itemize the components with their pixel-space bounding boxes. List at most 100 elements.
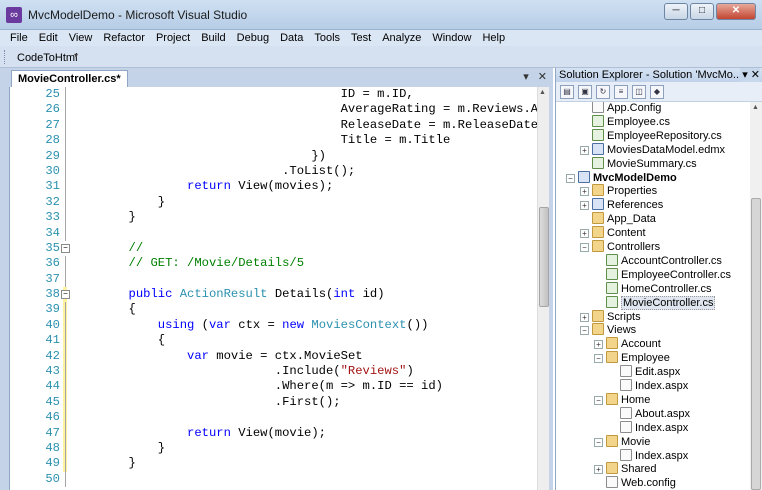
- close-button[interactable]: ✕: [716, 3, 756, 20]
- tree-item[interactable]: Web.config: [606, 476, 676, 490]
- tree-item[interactable]: Index.aspx: [620, 379, 688, 393]
- tree-item[interactable]: − Controllers: [580, 240, 660, 254]
- expand-icon[interactable]: +: [580, 145, 589, 155]
- expand-icon[interactable]: +: [580, 229, 589, 239]
- tree-item[interactable]: + Account: [594, 337, 661, 351]
- codetohtml-button[interactable]: CodeToHtml: [12, 49, 83, 65]
- show-all-files-icon[interactable]: ▣: [578, 85, 592, 99]
- tree-item[interactable]: + References: [580, 198, 663, 212]
- tree-item[interactable]: − Views: [580, 323, 636, 337]
- tree-item[interactable]: EmployeeController.cs: [606, 267, 731, 282]
- code-line[interactable]: 38− public ActionResult Details(int id): [45, 287, 535, 303]
- menu-window[interactable]: Window: [432, 32, 471, 44]
- code-line[interactable]: 25 ID = m.ID,: [45, 87, 535, 103]
- tree-item[interactable]: App.Config: [592, 102, 661, 115]
- maximize-button[interactable]: □: [690, 3, 714, 20]
- tree-item[interactable]: − Employee: [594, 351, 670, 365]
- tree-item[interactable]: Index.aspx: [620, 448, 688, 463]
- tree-item[interactable]: + Scripts: [580, 309, 641, 324]
- panel-controls[interactable]: ▾ ✕: [740, 68, 760, 82]
- tree-item[interactable]: EmployeeRepository.cs: [592, 128, 722, 143]
- tree-item[interactable]: About.aspx: [620, 406, 690, 421]
- code-editor[interactable]: 25 ID = m.ID, 26 AverageRating = m.Review…: [9, 87, 549, 490]
- minimize-button[interactable]: ─: [664, 3, 688, 20]
- code-line[interactable]: 41 {: [45, 333, 535, 349]
- code-line[interactable]: 34: [45, 225, 535, 241]
- tree-item[interactable]: MovieSummary.cs: [592, 156, 697, 171]
- expand-icon[interactable]: +: [580, 312, 589, 322]
- code-line[interactable]: 33 }: [45, 210, 535, 226]
- menu-debug[interactable]: Debug: [237, 32, 269, 44]
- toolbar-grip[interactable]: [4, 50, 7, 64]
- tree-item[interactable]: App_Data: [592, 212, 656, 226]
- collapse-icon[interactable]: −: [580, 243, 589, 252]
- scroll-up-icon[interactable]: ▲: [539, 89, 546, 96]
- code-line[interactable]: 47 return View(movie);: [45, 425, 535, 441]
- tree-item[interactable]: − MvcModelDemo: [566, 170, 677, 185]
- code-line[interactable]: 31 return View(movies);: [45, 179, 535, 195]
- tree-item[interactable]: − Movie: [594, 434, 650, 449]
- tab-moviecontroller[interactable]: MovieController.cs*: [11, 70, 128, 87]
- menu-analyze[interactable]: Analyze: [382, 32, 421, 44]
- class-diagram-icon[interactable]: ◆: [650, 85, 664, 99]
- code-line[interactable]: 44 .Where(m => m.ID == id): [45, 379, 535, 395]
- code-line[interactable]: 46: [45, 410, 535, 426]
- collapse-icon[interactable]: −: [566, 173, 575, 183]
- tree-scroll-up-icon[interactable]: ▲: [752, 104, 759, 111]
- collapse-icon[interactable]: −: [61, 243, 70, 253]
- tree-item[interactable]: MovieController.cs: [606, 295, 716, 310]
- refresh-icon[interactable]: ↻: [596, 85, 610, 99]
- code-line[interactable]: 32 }: [45, 194, 535, 211]
- code-line[interactable]: 40 using (var ctx = new MoviesContext()): [45, 317, 535, 334]
- tree-item[interactable]: Index.aspx: [620, 420, 688, 435]
- close-tab-icon[interactable]: ✕: [538, 71, 547, 83]
- menu-help[interactable]: Help: [482, 32, 505, 44]
- expand-icon[interactable]: +: [580, 187, 589, 197]
- menu-file[interactable]: File: [10, 32, 28, 44]
- code-line[interactable]: 42 var movie = ctx.MovieSet: [45, 348, 535, 365]
- tree-scrollbar[interactable]: ▲: [750, 102, 762, 490]
- menu-edit[interactable]: Edit: [39, 32, 58, 44]
- code-line[interactable]: 30 .ToList();: [45, 163, 535, 180]
- menu-project[interactable]: Project: [156, 32, 190, 44]
- expand-icon[interactable]: +: [580, 201, 589, 211]
- tree-scroll-thumb[interactable]: [751, 198, 761, 490]
- toolbar-dropdown-icon[interactable]: ▾: [74, 51, 78, 60]
- code-line[interactable]: 50: [45, 471, 535, 488]
- code-line[interactable]: 37: [45, 271, 535, 288]
- menu-test[interactable]: Test: [351, 32, 371, 44]
- code-line[interactable]: 28 Title = m.Title: [45, 133, 535, 149]
- code-line[interactable]: 35− //: [45, 241, 535, 256]
- tree-item[interactable]: + Properties: [580, 184, 657, 198]
- code-line[interactable]: 26 AverageRating = m.Reviews.Aver: [45, 102, 549, 118]
- tree-item[interactable]: + Content: [580, 226, 646, 240]
- tree-item[interactable]: + Shared: [594, 462, 656, 476]
- code-line[interactable]: 45 .First();: [45, 394, 535, 411]
- collapse-icon[interactable]: −: [580, 326, 589, 336]
- collapse-icon[interactable]: −: [61, 290, 70, 300]
- collapse-icon[interactable]: −: [594, 437, 603, 447]
- tree-item[interactable]: Edit.aspx: [620, 365, 680, 379]
- tree-item[interactable]: + MoviesDataModel.edmx: [580, 142, 725, 157]
- collapse-icon[interactable]: −: [594, 395, 603, 405]
- code-line[interactable]: 29 }): [45, 148, 535, 164]
- menu-tools[interactable]: Tools: [314, 32, 340, 44]
- view-designer-icon[interactable]: ◫: [632, 85, 646, 99]
- collapse-icon[interactable]: −: [594, 354, 603, 364]
- code-line[interactable]: 27 ReleaseDate = m.ReleaseDate,: [45, 117, 545, 134]
- tree-item[interactable]: AccountController.cs: [606, 253, 722, 268]
- code-line[interactable]: 36 // GET: /Movie/Details/5: [45, 256, 535, 272]
- properties-icon[interactable]: ▤: [560, 85, 574, 99]
- tree-item[interactable]: − Home: [594, 392, 650, 407]
- menu-view[interactable]: View: [69, 32, 93, 44]
- tree-item[interactable]: HomeController.cs: [606, 281, 711, 296]
- code-line[interactable]: 49 }: [45, 456, 535, 472]
- editor-scrollbar[interactable]: ▲: [537, 87, 549, 490]
- menu-data[interactable]: Data: [280, 32, 303, 44]
- tree-item[interactable]: Employee.cs: [592, 114, 670, 129]
- editor-scroll-thumb[interactable]: [539, 207, 549, 307]
- menu-refactor[interactable]: Refactor: [103, 32, 145, 44]
- expand-icon[interactable]: +: [594, 340, 603, 350]
- tab-dropdown-icon[interactable]: ▾: [523, 71, 529, 83]
- expand-icon[interactable]: +: [594, 465, 603, 475]
